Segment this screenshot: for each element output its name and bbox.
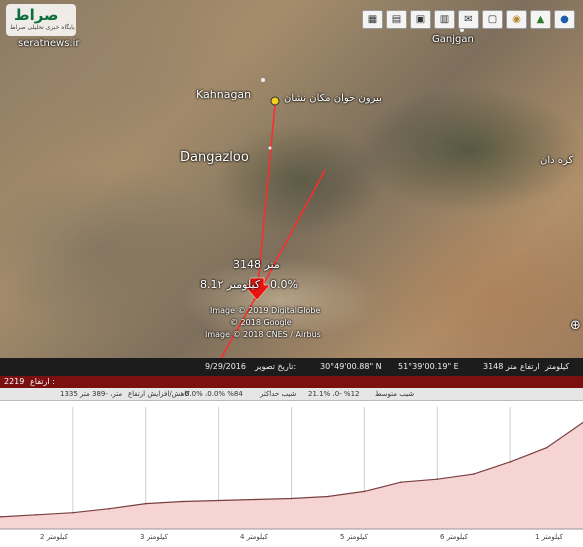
elevation-change-label: کاهش/افزایش ارتفاع bbox=[128, 390, 190, 398]
map-toolbar: ▦ ▤ ▣ ▥ ✉ ▢ ◉ ▲ ● bbox=[362, 10, 575, 29]
attribution-2: © 2018 Google bbox=[230, 318, 292, 327]
profile-point bbox=[217, 499, 220, 502]
place-label-start: بیرون خوان مکان نشان bbox=[284, 93, 382, 104]
profile-stats: 1335 متر، -389 متر کاهش/افزایش ارتفاع 0.… bbox=[0, 388, 583, 401]
profile-point bbox=[72, 511, 74, 514]
mail-icon[interactable]: ✉ bbox=[458, 10, 479, 29]
profile-point bbox=[290, 497, 293, 500]
camera-icon[interactable]: ▢ bbox=[482, 10, 503, 29]
avg-slope-value: 21.1% ،0- %12 bbox=[308, 390, 360, 398]
profile-point bbox=[545, 446, 548, 449]
x-tick: 6 کیلومتر bbox=[440, 533, 468, 541]
profile-point bbox=[254, 498, 256, 501]
x-tick: 3 کیلومتر bbox=[140, 533, 168, 541]
place-label-kahnagan: Kahnagan bbox=[196, 88, 252, 101]
site-logo: صراط پایگاه خبری تحلیلی صراط bbox=[6, 4, 76, 36]
avg-slope-label: شیب متوسط bbox=[375, 390, 415, 398]
profile-point bbox=[509, 461, 511, 463]
profile-point bbox=[436, 478, 439, 480]
max-slope-value: 0.0% ،0.0% %84 bbox=[185, 390, 243, 398]
max-slope-label: شیب حداکثر bbox=[260, 390, 297, 398]
x-tick: 2 کیلومتر bbox=[40, 533, 68, 541]
nav-control-icon[interactable]: ⊕ bbox=[570, 318, 581, 333]
status-bar: 9/29/2016 تاریخ تصویر: 30°49'00.88" N 51… bbox=[0, 358, 583, 376]
sky-icon[interactable]: ▲ bbox=[530, 10, 551, 29]
elevation-value: 3148 متر bbox=[483, 362, 518, 371]
place-dot-icon bbox=[268, 146, 272, 150]
elevation-readout-label: ارتفاع : bbox=[30, 377, 55, 386]
elevation-label: ارتفاع bbox=[520, 362, 540, 371]
profile-point bbox=[181, 500, 183, 503]
elevation-readout-value: 2219 bbox=[4, 377, 25, 386]
marker-distance: 8.1۲ کیلومتر bbox=[200, 278, 261, 291]
attribution-1: Image © 2019 DigitalGlobe bbox=[210, 306, 321, 315]
imagery-date-label: تاریخ تصویر: bbox=[255, 362, 297, 371]
marker-grade: 0.0% bbox=[270, 278, 298, 291]
tool-icon-4[interactable]: ▥ bbox=[434, 10, 455, 29]
path-line-3 bbox=[219, 294, 258, 361]
scale-label: کیلومتر bbox=[545, 362, 570, 371]
x-tick: 5 کیلومتر bbox=[340, 533, 368, 541]
elevation-profile-chart[interactable]: 2 کیلومتر 3 کیلومتر 4 کیلومتر 5 کیلومتر … bbox=[0, 401, 583, 543]
profile-point bbox=[145, 502, 147, 505]
marker-elevation: 3148 متر bbox=[233, 258, 280, 271]
x-tick: 4 کیلومتر bbox=[240, 533, 268, 541]
profile-point bbox=[108, 507, 111, 510]
logo-text: صراط bbox=[14, 6, 59, 24]
profile-point bbox=[400, 481, 402, 483]
place-label-right: کره دان bbox=[540, 155, 574, 166]
site-url: seratnews.ir bbox=[18, 38, 80, 49]
latitude: 30°49'00.88" N bbox=[320, 362, 382, 371]
profile-point bbox=[472, 473, 475, 475]
profile-point bbox=[363, 490, 366, 493]
profile-point bbox=[35, 514, 38, 516]
imagery-date: 9/29/2016 bbox=[205, 362, 247, 371]
x-tick: 1 کیلومتر bbox=[535, 533, 563, 541]
tool-icon-2[interactable]: ▤ bbox=[386, 10, 407, 29]
satellite-map[interactable]: صراط پایگاه خبری تحلیلی صراط seratnews.i… bbox=[0, 0, 583, 376]
earth-icon[interactable]: ● bbox=[554, 10, 575, 29]
elevation-change-value: 1335 متر، -389 متر bbox=[60, 390, 123, 398]
place-dot-icon bbox=[261, 78, 265, 82]
pin-icon[interactable] bbox=[270, 96, 280, 106]
tool-icon-1[interactable]: ▦ bbox=[362, 10, 383, 29]
place-label-dangazloo: Dangazloo bbox=[180, 150, 249, 165]
profile-point bbox=[327, 495, 329, 498]
planet-icon[interactable]: ◉ bbox=[506, 10, 527, 29]
attribution-3: Image © 2018 CNES / Airbus bbox=[205, 330, 321, 339]
logo-subtitle: پایگاه خبری تحلیلی صراط bbox=[10, 24, 75, 31]
profile-svg bbox=[0, 407, 583, 530]
tool-icon-3[interactable]: ▣ bbox=[410, 10, 431, 29]
elevation-readout: 2219 ارتفاع : bbox=[0, 376, 583, 388]
place-label-ganjgan: Ganjgan bbox=[432, 34, 474, 45]
longitude: 51°39'00.19" E bbox=[398, 362, 459, 371]
